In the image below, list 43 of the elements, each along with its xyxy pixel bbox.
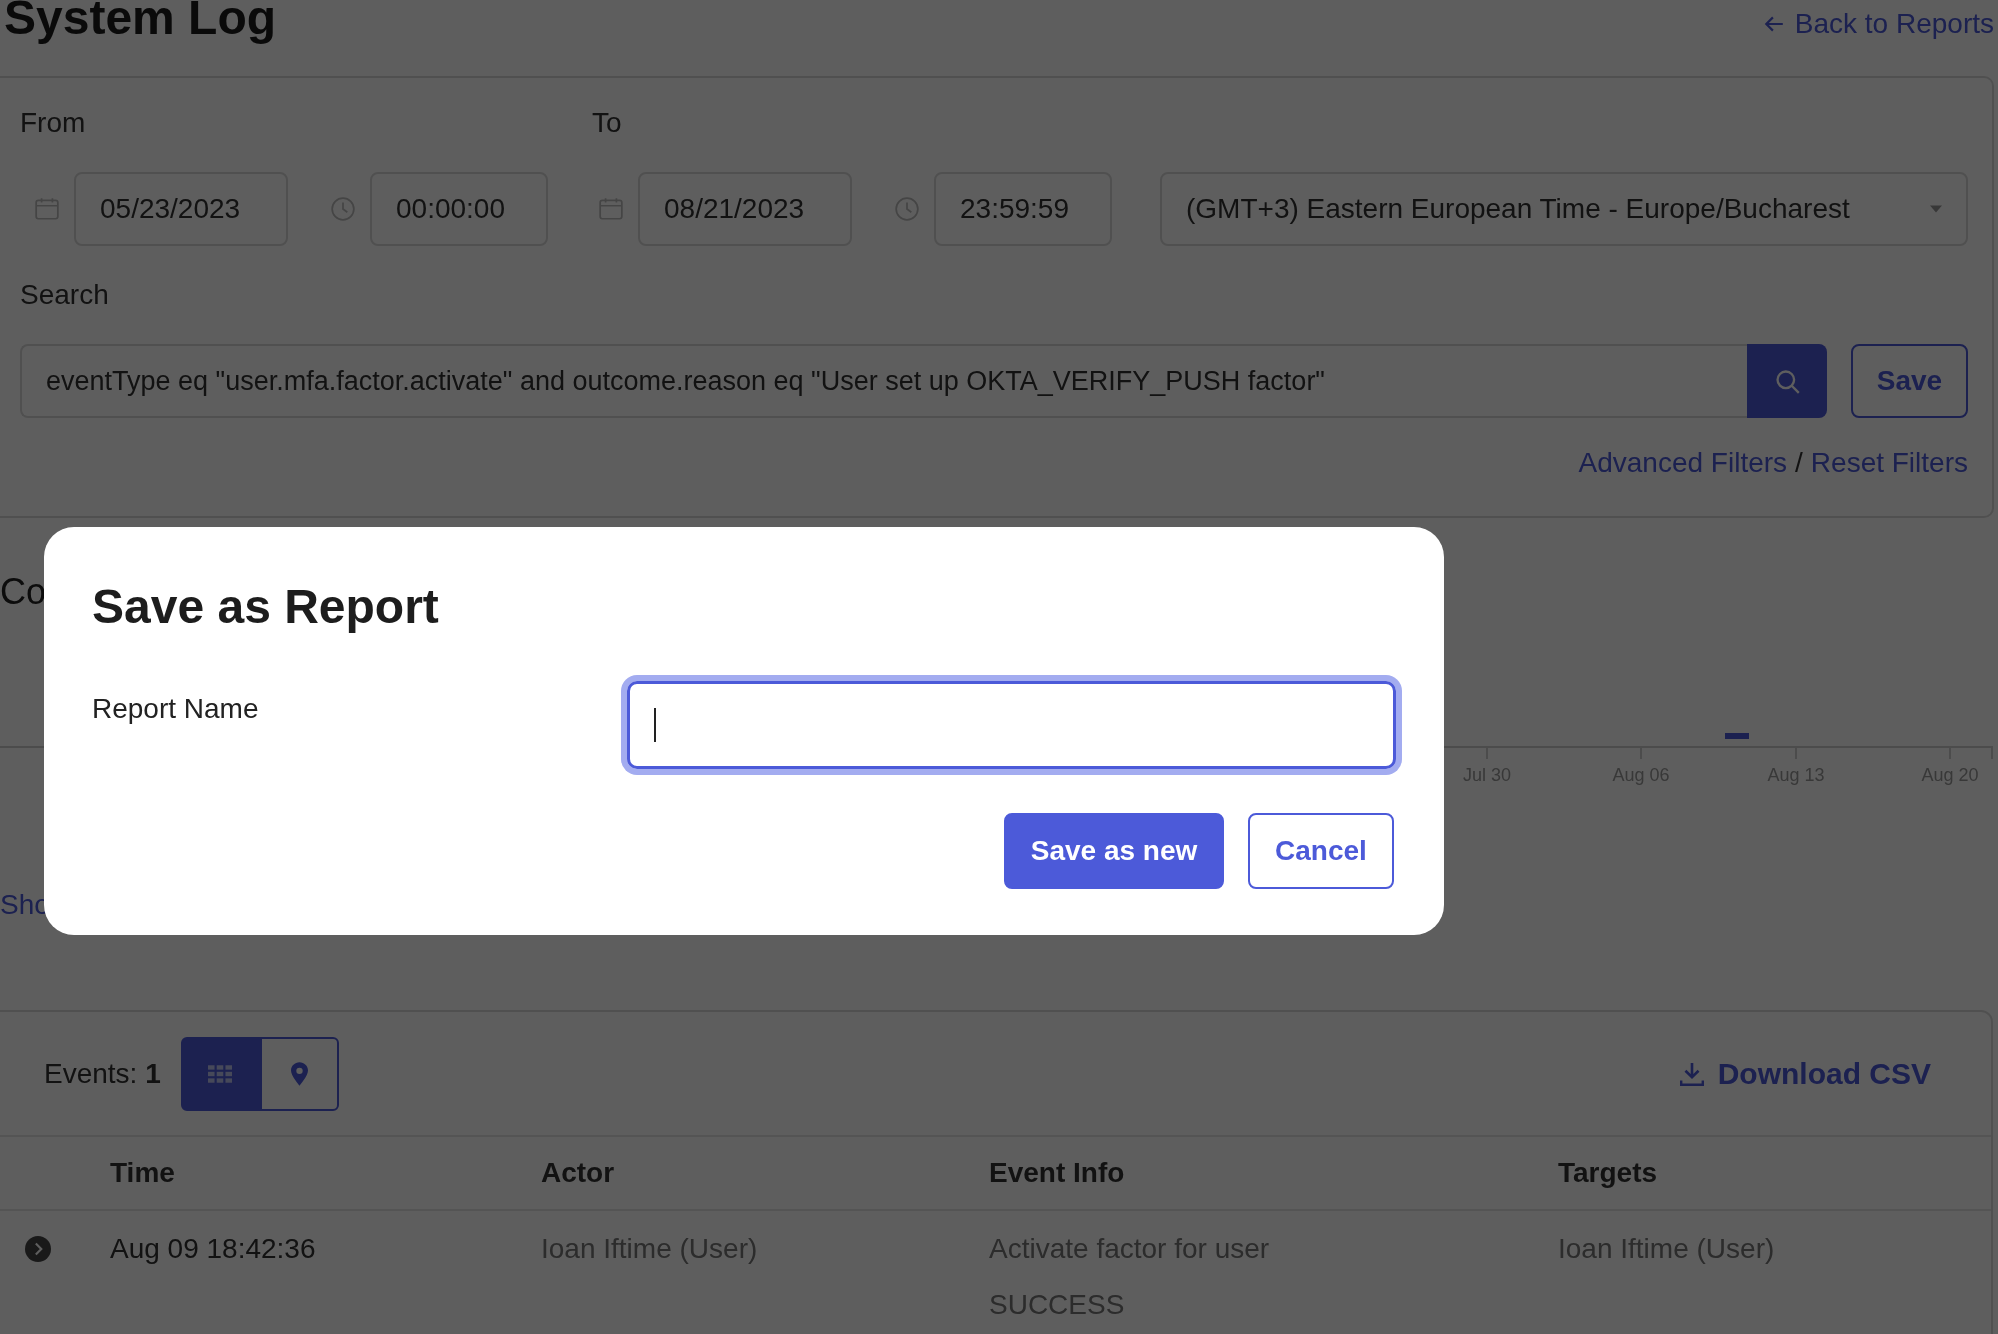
expand-icon[interactable] [25,1236,51,1262]
back-link[interactable]: Back to Reports [1762,8,1994,40]
column-header: Event Info [989,1157,1126,1189]
advanced-filters-link[interactable]: Advanced Filters [1578,448,1788,478]
clock-icon [330,196,356,222]
map-pin-icon [290,1061,308,1086]
from-label: From [20,108,87,138]
column-header: Targets [1558,1157,1658,1189]
column-header: Time [110,1157,176,1189]
download-icon [1679,1061,1704,1086]
save-as-new-button[interactable]: Save as new [1004,813,1224,889]
search-label: Search [20,280,110,310]
events-count: Events: 1 [44,1057,161,1090]
calendar-icon [34,196,60,222]
time-field[interactable]: 23:59:59 [934,172,1112,246]
text-cursor [654,708,657,742]
field-label: Report Name [92,692,260,726]
timezone-select[interactable]: (GMT+3) Eastern European Time - Europe/Bucharest [1160,172,1968,246]
search-button[interactable] [1747,344,1827,418]
cancel-button[interactable]: Cancel [1248,813,1394,889]
separator: / [1795,448,1803,478]
page-title: System Log [4,0,277,42]
table-cell-text: Aug 09 18:42:36 [110,1232,317,1266]
date-field[interactable]: 05/23/2023 [74,172,288,246]
reset-filters-link[interactable]: Reset Filters [1810,448,1968,478]
search-icon [1774,368,1800,394]
download-csv-link[interactable]: Download CSV [1679,1056,1931,1091]
view-toggle-button[interactable] [259,1036,339,1111]
view-toggle-button[interactable] [180,1036,260,1111]
calendar-icon [598,196,624,222]
column-header: Actor [541,1157,616,1189]
chart-heading: Co [0,574,47,610]
chart-bar [1725,733,1749,739]
timezone-value: (GMT+3) Eastern European Time - Europe/Bucharest [1186,193,1850,225]
to-label: To [592,108,622,138]
grid-icon [208,1064,233,1083]
search-field[interactable]: eventType eq "user.mfa.factor.activate" and outcome.reason eq "User set up OKTA_VERIFY_PUSH factor" [20,344,1747,418]
save-button[interactable]: Save [1851,344,1968,418]
date-field[interactable]: 08/21/2023 [638,172,852,246]
clock-icon [894,196,920,222]
time-field[interactable]: 00:00:00 [370,172,548,246]
modal-title: Save as Report [92,579,440,635]
caret-icon [1930,205,1942,213]
